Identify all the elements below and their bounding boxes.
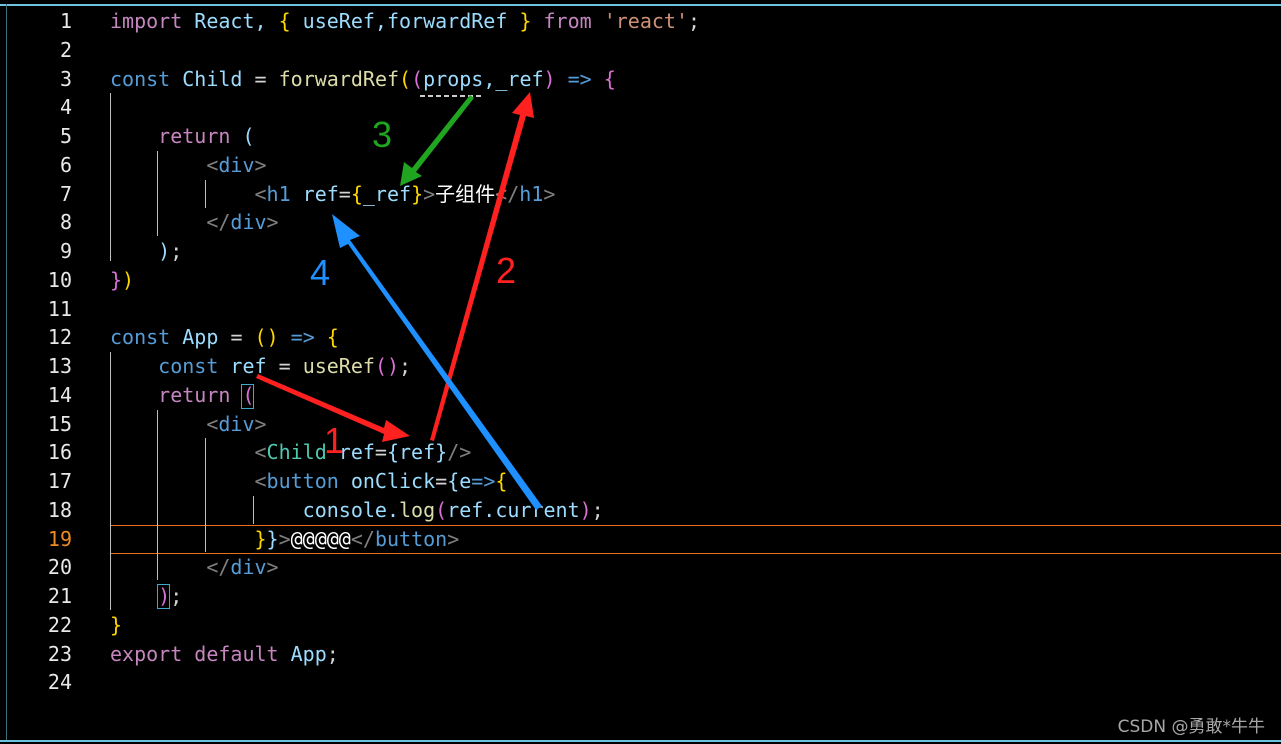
annotation-label-3: 3: [372, 114, 393, 155]
annotation-label-4: 4: [310, 252, 331, 293]
arrow-2: [430, 92, 534, 441]
annotation-label-1: 1: [324, 420, 345, 461]
arrow-3: [400, 95, 474, 186]
watermark: CSDN @勇敢*牛牛: [1117, 717, 1265, 737]
annotation-label-2: 2: [496, 250, 517, 291]
annotation-arrows: [256, 92, 542, 510]
editor-bottom-border: [0, 740, 1281, 742]
